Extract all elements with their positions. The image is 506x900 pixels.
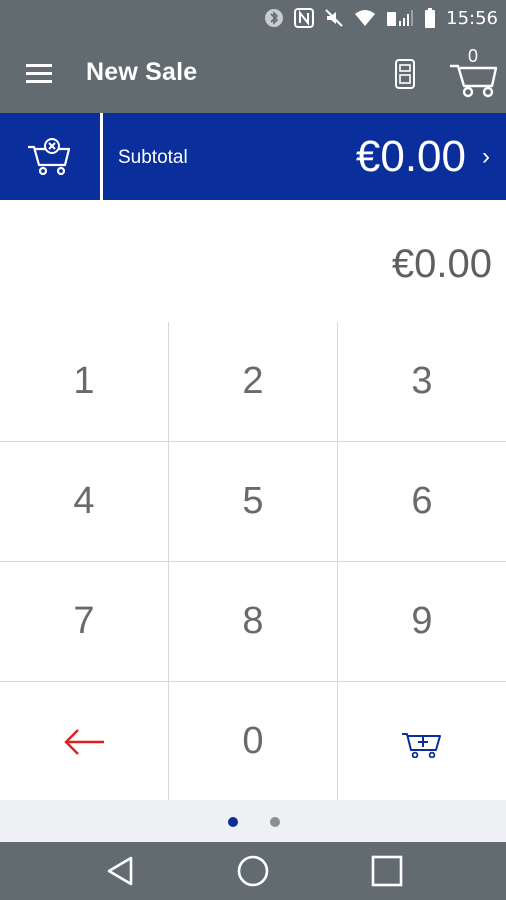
page-indicator (0, 800, 506, 842)
subtotal-amount: €0.00 (355, 132, 466, 181)
subtotal-label: Subtotal (118, 147, 188, 168)
menu-button[interactable] (22, 60, 56, 88)
key-2[interactable]: 2 (169, 322, 338, 441)
card-reader-icon (395, 59, 415, 89)
back-icon (107, 856, 133, 886)
bluetooth-icon (265, 9, 284, 27)
back-button[interactable] (103, 854, 137, 888)
key-9[interactable]: 9 (338, 562, 506, 681)
backspace-button[interactable] (0, 682, 169, 801)
entered-amount: €0.00 (391, 242, 492, 286)
add-to-cart-button[interactable] (338, 682, 506, 801)
clear-cart-button[interactable] (0, 113, 100, 200)
key-6[interactable]: 6 (338, 442, 506, 561)
chevron-right-icon: › (482, 143, 490, 170)
key-5[interactable]: 5 (169, 442, 338, 561)
wifi-icon (355, 10, 376, 26)
clock: 15:56 (446, 7, 498, 29)
key-4[interactable]: 4 (0, 442, 169, 561)
home-icon (237, 855, 269, 887)
app-bar: New Sale 0 (0, 36, 506, 113)
system-nav-bar (0, 842, 506, 900)
key-0[interactable]: 0 (169, 682, 338, 801)
key-3[interactable]: 3 (338, 322, 506, 441)
key-7[interactable]: 7 (0, 562, 169, 681)
mute-icon (325, 9, 343, 27)
arrow-left-icon (64, 728, 104, 755)
cart-clear-icon (28, 137, 71, 175)
battery-icon (425, 8, 436, 28)
card-reader-button[interactable] (393, 58, 417, 95)
signal-icon (387, 10, 414, 26)
page-dot-2[interactable] (270, 817, 280, 827)
menu-icon (26, 64, 52, 83)
recents-icon (371, 855, 403, 887)
page-dot-1[interactable] (228, 817, 238, 827)
amount-display: €0.00 (0, 200, 506, 322)
recents-button[interactable] (370, 854, 404, 888)
keypad: 1 2 3 4 5 6 7 8 9 0 (0, 322, 506, 801)
nfc-icon (294, 8, 315, 28)
divider (100, 113, 103, 200)
home-button[interactable] (236, 854, 270, 888)
page-title: New Sale (86, 58, 198, 86)
status-bar: 15:56 (0, 0, 506, 36)
cart-count: 0 (468, 46, 479, 66)
key-8[interactable]: 8 (169, 562, 338, 681)
subtotal-bar[interactable]: Subtotal €0.00 › (0, 113, 506, 200)
cart-plus-icon (402, 732, 441, 758)
cart-button[interactable]: 0 (446, 44, 502, 100)
key-1[interactable]: 1 (0, 322, 169, 441)
